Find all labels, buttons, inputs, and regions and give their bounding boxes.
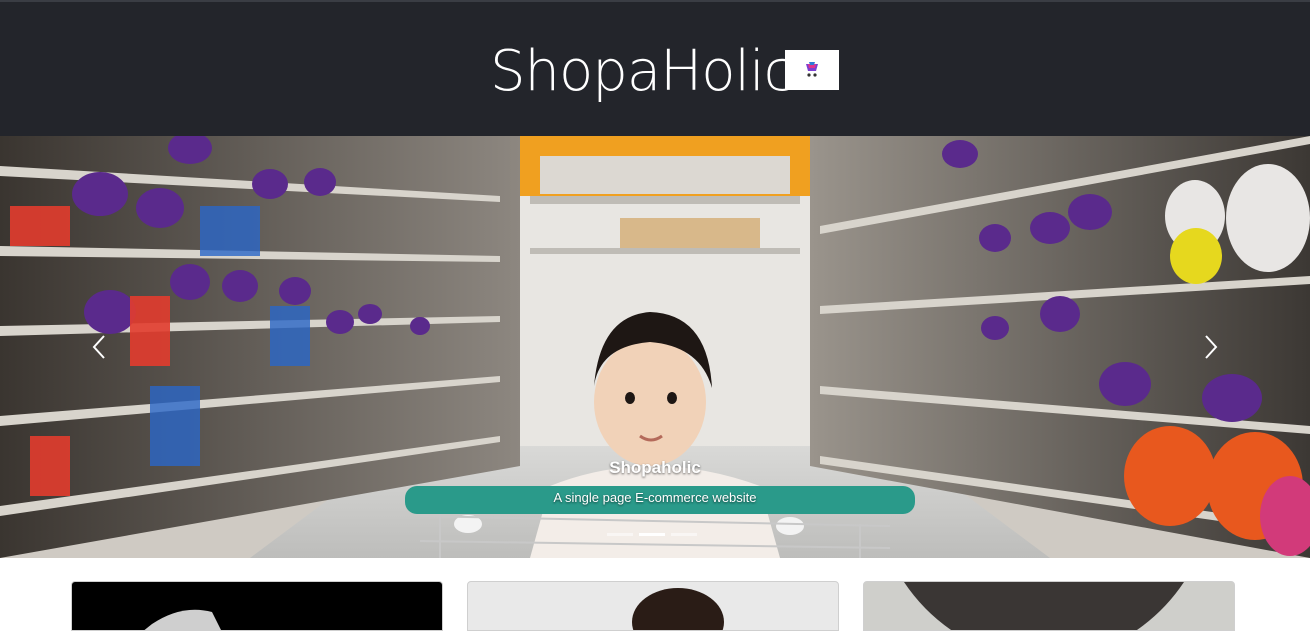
- carousel-prev-button[interactable]: [85, 332, 115, 362]
- product-image-2: [632, 588, 724, 630]
- carousel-indicators: [607, 533, 697, 537]
- brand-title[interactable]: ShopaHolic: [490, 32, 794, 112]
- chevron-left-icon: [92, 335, 105, 359]
- product-image-3: [904, 582, 1184, 630]
- carousel-next-button[interactable]: [1195, 332, 1225, 362]
- site-header: ShopaHolic: [0, 0, 1310, 136]
- carousel-indicator-1[interactable]: [607, 533, 633, 536]
- product-cards: [0, 558, 1310, 631]
- chevron-right-icon: [1205, 335, 1218, 359]
- product-card-1[interactable]: [71, 581, 443, 631]
- carousel-indicator-3[interactable]: [671, 533, 697, 536]
- hero-carousel: Shopaholic A single page E-commerce webs…: [0, 136, 1310, 558]
- product-card-2[interactable]: [467, 581, 839, 631]
- carousel-caption-text: A single page E-commerce website: [553, 490, 757, 505]
- shopping-cart-logo-icon[interactable]: [785, 50, 839, 90]
- product-card-3[interactable]: [863, 581, 1235, 631]
- product-image-1: [144, 609, 221, 630]
- carousel-caption-title: Shopaholic: [609, 458, 701, 477]
- carousel-indicator-2[interactable]: [639, 533, 665, 536]
